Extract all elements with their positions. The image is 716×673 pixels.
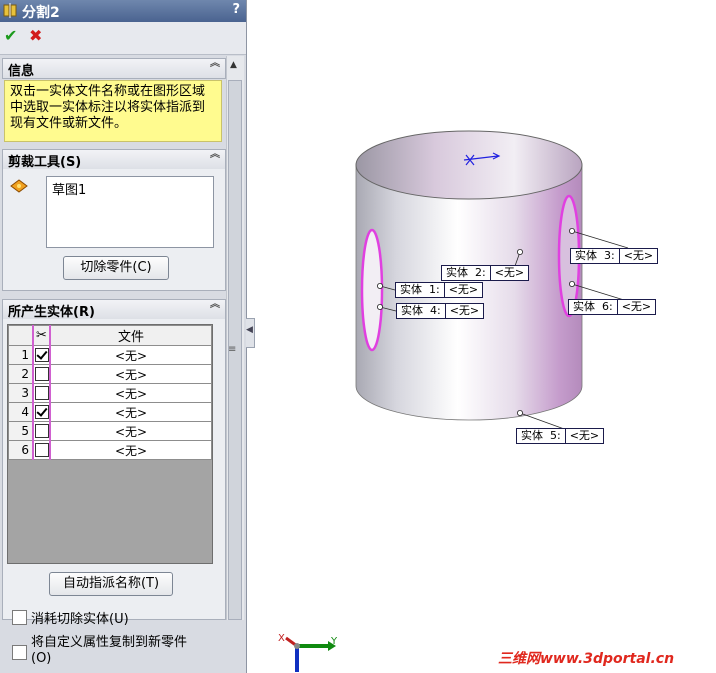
callout-label: 实体 6: xyxy=(569,300,618,314)
file-cell[interactable]: <无> xyxy=(49,440,212,460)
cut-checkbox[interactable] xyxy=(34,405,49,420)
bodies-table: ✂ 文件 1 <无> 2 <无> 3 <无> 4 <无> 5 <无> 6 <无> xyxy=(8,325,212,460)
file-column-header: 文件 xyxy=(49,325,212,346)
consume-cut-bodies-label: 消耗切除实体(U) xyxy=(31,612,129,627)
graphics-viewport[interactable]: X Y xyxy=(250,0,716,673)
table-row[interactable]: 1 <无> xyxy=(8,345,212,365)
scroll-up-arrow-icon[interactable]: ▲ xyxy=(230,60,237,70)
consume-cut-bodies-checkbox[interactable] xyxy=(12,610,27,625)
triad-y-label: Y xyxy=(330,636,338,647)
triad-x-label: X xyxy=(278,633,285,644)
split-feature-icon xyxy=(3,3,17,18)
table-row[interactable]: 3 <无> xyxy=(8,383,212,403)
info-section-header[interactable]: 信息 ︽ xyxy=(2,58,226,79)
trim-tools-section-header[interactable]: 剪裁工具(S) ︽ xyxy=(2,149,226,170)
file-cell[interactable]: <无> xyxy=(49,383,212,403)
info-section-title: 信息 xyxy=(8,64,35,79)
property-manager-panel: 分割2 ? ✔ ✖ 信息 ︽ 双击一实体文件名称或在图形区域中选取一实体标注以将… xyxy=(0,0,247,673)
cut-part-button[interactable]: 切除零件(C) xyxy=(63,256,169,280)
collapse-chevron-icon[interactable]: ︽ xyxy=(210,300,220,310)
panel-scrollbar[interactable]: ▲ xyxy=(226,56,244,620)
property-manager-titlebar: 分割2 ? xyxy=(0,0,246,22)
cut-checkbox[interactable] xyxy=(34,367,49,382)
row-number: 3 xyxy=(8,383,34,403)
row-number: 4 xyxy=(8,402,34,422)
trim-tool-list[interactable]: 草图1 xyxy=(46,176,214,248)
callout-value: <无> xyxy=(623,249,654,262)
ok-cancel-bar: ✔ ✖ xyxy=(0,22,246,55)
file-cell[interactable]: <无> xyxy=(49,421,212,441)
cut-checkbox[interactable] xyxy=(34,443,49,458)
callout-value: <无> xyxy=(569,429,600,442)
sketch-pin-icon xyxy=(10,179,28,193)
file-cell[interactable]: <无> xyxy=(49,345,212,365)
coordinate-triad: X Y xyxy=(278,633,338,672)
bodies-table-container: ✂ 文件 1 <无> 2 <无> 3 <无> 4 <无> 5 <无> 6 <无> xyxy=(7,324,213,564)
body-callout-3[interactable]: 实体 3: <无> xyxy=(570,248,659,264)
table-row[interactable]: 2 <无> xyxy=(8,364,212,384)
cut-checkbox[interactable] xyxy=(34,386,49,401)
cut-checkbox[interactable] xyxy=(34,348,49,363)
callout-value: <无> xyxy=(494,266,525,279)
table-row[interactable]: 5 <无> xyxy=(8,421,212,441)
bodies-table-header: ✂ 文件 xyxy=(8,325,212,346)
scissors-icon: ✂ xyxy=(32,325,51,346)
row-number: 6 xyxy=(8,440,34,460)
callout-label: 实体 4: xyxy=(397,304,446,318)
copy-custom-props-checkbox[interactable] xyxy=(12,645,27,660)
row-number: 5 xyxy=(8,421,34,441)
file-cell[interactable]: <无> xyxy=(49,402,212,422)
grip-icon[interactable]: ≡ xyxy=(228,344,236,355)
table-row[interactable]: 4 <无> xyxy=(8,402,212,422)
info-message: 双击一实体文件名称或在图形区域中选取一实体标注以将实体指派到现有文件或新文件。 xyxy=(4,80,222,142)
row-number-header xyxy=(8,325,34,346)
callout-value: <无> xyxy=(449,304,480,317)
file-cell[interactable]: <无> xyxy=(49,364,212,384)
row-number: 1 xyxy=(8,345,34,365)
callout-label: 实体 1: xyxy=(396,283,445,297)
body-callout-6[interactable]: 实体 6: <无> xyxy=(568,299,657,315)
collapse-chevron-icon[interactable]: ︽ xyxy=(210,150,220,160)
collapse-chevron-icon[interactable]: ︽ xyxy=(210,59,220,69)
callout-label: 实体 2: xyxy=(442,266,491,280)
body-callout-5[interactable]: 实体 5: <无> xyxy=(516,428,605,444)
resulting-bodies-section-title: 所产生实体(R) xyxy=(8,305,95,320)
callout-value: <无> xyxy=(621,300,652,313)
feature-title: 分割2 xyxy=(22,5,60,21)
body-callout-4[interactable]: 实体 4: <无> xyxy=(396,303,485,319)
row-number: 2 xyxy=(8,364,34,384)
copy-custom-props-label: 将自定义属性复制到新零件(O) xyxy=(31,635,188,666)
cut-checkbox[interactable] xyxy=(34,424,49,439)
ok-check-icon[interactable]: ✔ xyxy=(4,26,17,45)
watermark: 三维网www.3dportal.cn xyxy=(498,651,675,667)
cancel-x-icon[interactable]: ✖ xyxy=(29,26,42,45)
trim-tools-section-title: 剪裁工具(S) xyxy=(8,155,82,170)
help-icon[interactable]: ? xyxy=(232,2,240,17)
resulting-bodies-section-header[interactable]: 所产生实体(R) ︽ xyxy=(2,299,226,320)
body-callout-2[interactable]: 实体 2: <无> xyxy=(441,265,530,281)
table-row[interactable]: 6 <无> xyxy=(8,440,212,460)
callout-label: 实体 3: xyxy=(571,249,620,263)
trim-tool-item[interactable]: 草图1 xyxy=(52,179,86,198)
body-callout-1[interactable]: 实体 1: <无> xyxy=(395,282,484,298)
callout-label: 实体 5: xyxy=(517,429,566,443)
auto-assign-names-button[interactable]: 自动指派名称(T) xyxy=(49,572,173,596)
callout-value: <无> xyxy=(448,283,479,296)
